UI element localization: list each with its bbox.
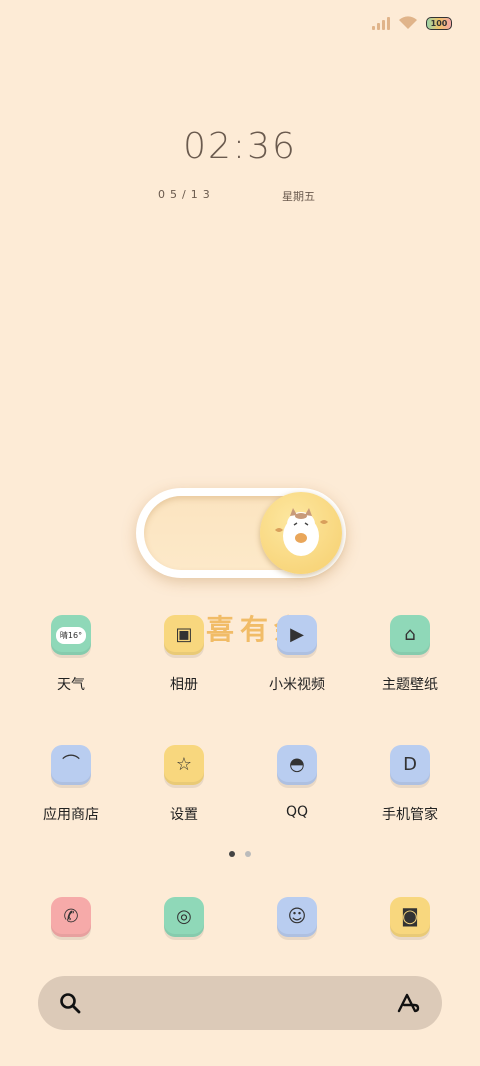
video-glyph: ▶ [290,624,304,645]
video-icon: ▶ [277,615,317,655]
weekday: 星期五 [282,190,315,203]
security-icon: D [390,745,430,785]
settings-icon: ☆ [164,745,204,785]
app-settings[interactable]: ☆ 设置 [134,745,234,824]
search-bar[interactable] [38,976,442,1030]
weather-badge: 晴16° [55,626,87,644]
dock-camera[interactable]: ◙ [360,897,460,937]
qq-glyph: ◓ [289,754,305,775]
app-qq[interactable]: ◓ QQ [247,745,347,820]
settings-glyph: ☆ [175,754,193,775]
app-store-icon: ⌒ [51,745,91,785]
app-label: 应用商店 [43,807,99,823]
gallery-icon: ▣ [164,615,204,655]
browser-icon: ◎ [164,897,204,937]
decorative-toggle-widget[interactable] [136,488,346,578]
camera-icon: ◙ [390,897,430,937]
browser-glyph: ◎ [176,906,192,927]
cat-sticker-icon [260,492,342,574]
phone-icon: ✆ [51,897,91,937]
store-glyph: ⌒ [62,754,80,775]
app-label: 主题壁纸 [382,677,438,693]
clock: 02:36 [183,126,297,167]
assistant-icon[interactable] [396,991,422,1015]
app-label: 设置 [170,807,198,823]
messages-glyph: ☺ [287,906,307,927]
security-glyph: D [403,754,417,775]
messages-icon: ☺ [277,897,317,937]
app-label: 手机管家 [382,807,438,823]
signal-icon [372,16,390,30]
gallery-glyph: ▣ [175,624,193,645]
dock-messages[interactable]: ☺ [247,897,347,937]
qq-icon: ◓ [277,745,317,785]
page-dot [245,851,251,857]
app-video[interactable]: ▶ 小米视频 [247,615,347,694]
camera-glyph: ◙ [401,906,419,927]
app-label: 小米视频 [269,677,325,693]
date: 05/13 [158,188,215,201]
app-store[interactable]: ⌒ 应用商店 [21,745,121,824]
app-label: QQ [285,804,309,820]
dock-phone[interactable]: ✆ [21,897,121,937]
status-bar: 100 [372,12,452,34]
search-icon[interactable] [58,991,82,1015]
page-indicator [0,851,480,857]
app-label: 相册 [170,677,198,693]
app-gallery[interactable]: ▣ 相册 [134,615,234,694]
app-label: 天气 [57,677,85,693]
phone-glyph: ✆ [63,906,79,927]
app-security[interactable]: D 手机管家 [360,745,460,824]
weather-icon: 晴16° [51,615,91,655]
page-dot-active [229,851,235,857]
theme-icon: ⌂ [390,615,430,655]
theme-glyph: ⌂ [404,624,416,645]
app-weather[interactable]: 晴16° 天气 [21,615,121,694]
battery-indicator: 100 [426,16,452,30]
app-theme[interactable]: ⌂ 主题壁纸 [360,615,460,694]
wifi-icon [399,16,417,29]
dock-browser[interactable]: ◎ [134,897,234,937]
